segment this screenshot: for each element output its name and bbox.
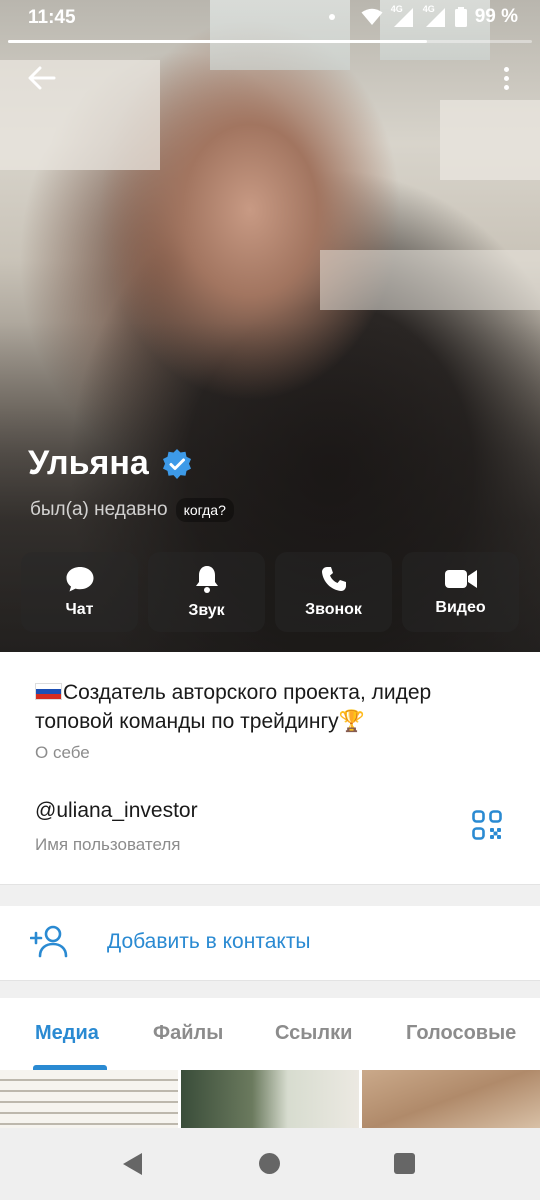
last-seen-row: был(а) недавно когда?	[30, 498, 234, 522]
clock: 11:45	[28, 7, 76, 28]
username-text[interactable]: @uliana_investor	[35, 799, 198, 823]
wifi-icon	[361, 8, 383, 25]
sound-button[interactable]: Звук	[148, 552, 265, 632]
when-badge[interactable]: когда?	[175, 498, 234, 522]
sound-button-label: Звук	[188, 602, 225, 619]
add-contact-label: Добавить в контакты	[107, 930, 311, 953]
username-label: Имя пользователя	[35, 835, 181, 854]
add-contact-button[interactable]: Добавить в контакты	[0, 906, 540, 980]
media-thumbnail[interactable]	[181, 1070, 359, 1128]
tab-links[interactable]: Ссылки	[275, 1022, 352, 1045]
photo-progress-bar	[8, 40, 532, 43]
profile-info-section: Создатель авторского проекта, лидер топо…	[0, 652, 540, 884]
battery-icon	[454, 7, 467, 27]
notification-dot-icon	[329, 14, 335, 20]
add-person-icon	[30, 925, 68, 958]
photo-progress-fill	[8, 40, 428, 43]
chat-button[interactable]: Чат	[21, 552, 138, 632]
action-buttons: Чат Звук Звонок Видео	[21, 552, 519, 632]
bio-label: О себе	[35, 743, 90, 762]
tab-media[interactable]: Медиа	[35, 1022, 99, 1045]
video-button[interactable]: Видео	[402, 552, 519, 632]
system-navigation-bar	[0, 1128, 540, 1200]
chat-bubble-icon	[66, 567, 93, 592]
battery-percent: 99 %	[474, 6, 518, 27]
media-thumbnail[interactable]	[362, 1070, 540, 1128]
cell-signal-2-icon: 4G	[423, 4, 447, 28]
back-button[interactable]	[22, 58, 62, 98]
status-bar: 11:45 4G 4G 99 %	[0, 0, 540, 38]
chat-button-label: Чат	[65, 601, 94, 618]
tab-files[interactable]: Файлы	[153, 1022, 223, 1045]
call-button-label: Звонок	[305, 601, 362, 618]
bio-text: Создатель авторского проекта, лидер топо…	[35, 681, 432, 733]
video-button-label: Видео	[435, 599, 486, 616]
call-button[interactable]: Звонок	[275, 552, 392, 632]
cell-signal-1-icon: 4G	[391, 4, 415, 28]
more-vertical-icon	[503, 66, 509, 72]
video-camera-icon	[444, 570, 477, 588]
last-seen-text: был(а) недавно	[30, 499, 168, 520]
nav-recents-icon[interactable]	[394, 1153, 415, 1174]
media-tabs: Медиа Файлы Ссылки Голосовые	[0, 998, 540, 1070]
more-options-button[interactable]	[494, 60, 518, 96]
nav-back-icon[interactable]	[122, 1152, 144, 1176]
section-divider	[0, 980, 540, 998]
verified-badge-icon	[162, 448, 191, 479]
nav-home-icon[interactable]	[259, 1153, 280, 1174]
qr-code-button[interactable]	[472, 810, 502, 840]
section-divider	[0, 884, 540, 906]
arrow-left-icon	[28, 66, 56, 90]
bio-block[interactable]: Создатель авторского проекта, лидер топо…	[35, 678, 515, 736]
media-grid	[0, 1070, 540, 1128]
profile-name: Ульяна	[28, 444, 149, 482]
tab-voice[interactable]: Голосовые	[406, 1022, 516, 1045]
media-thumbnail[interactable]	[0, 1070, 178, 1128]
bell-icon	[195, 566, 218, 593]
qr-code-icon	[472, 810, 502, 840]
russia-flag-icon	[35, 683, 62, 700]
profile-name-row: Ульяна	[28, 444, 193, 483]
phone-icon	[321, 567, 346, 591]
